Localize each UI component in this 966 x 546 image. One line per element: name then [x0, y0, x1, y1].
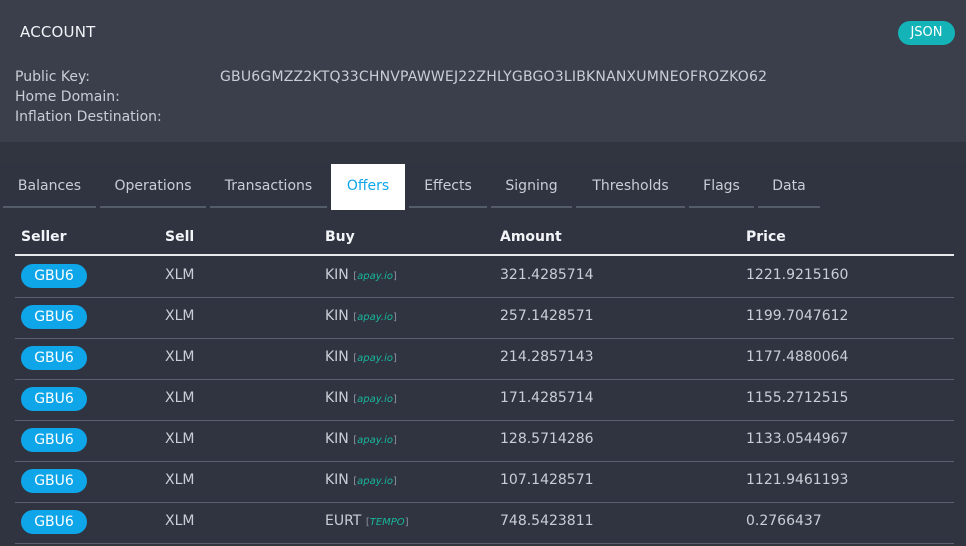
section-divider [0, 142, 966, 164]
home-domain-label: Home Domain: [15, 89, 120, 105]
buy-asset-code[interactable]: KIN [325, 390, 349, 406]
table-row: GBU6 XLM EURT [TEMPO] 748.5423811 0.2766… [15, 502, 954, 544]
amount-value: 128.5714286 [500, 431, 594, 447]
public-key-label: Public Key: [15, 69, 90, 85]
buy-asset-code[interactable]: KIN [325, 472, 349, 488]
table-row: GBU6 XLM KIN [apay.io] 214.2857143 1177.… [15, 338, 954, 380]
bracket-close: ] [392, 271, 397, 282]
bracket-close: ] [404, 517, 409, 528]
sell-asset: XLM [165, 431, 195, 447]
column-seller: Seller [21, 229, 67, 245]
tab-flags[interactable]: Flags [689, 164, 754, 208]
asset-domain[interactable]: apay.io [357, 476, 393, 487]
asset-domain[interactable]: apay.io [357, 394, 393, 405]
seller-button[interactable]: GBU6 [21, 346, 87, 370]
table-header: Seller Sell Buy Amount Price [0, 222, 966, 254]
price-value: 1133.0544967 [746, 431, 849, 447]
asset-domain[interactable]: apay.io [357, 312, 393, 323]
price-value: 1199.7047612 [746, 308, 849, 324]
price-value: 1221.9215160 [746, 267, 849, 283]
seller-button[interactable]: GBU6 [21, 305, 87, 329]
tab-balances[interactable]: Balances [3, 164, 96, 208]
buy-asset-code[interactable]: EURT [325, 513, 361, 529]
amount-value: 321.4285714 [500, 267, 594, 283]
price-value: 0.2766437 [746, 513, 822, 529]
buy-asset-code[interactable]: KIN [325, 349, 349, 365]
public-key-value: GBU6GMZZ2KTQ33CHNVPAWWEJ22ZHLYGBGO3LIBKN… [220, 69, 768, 85]
sell-asset: XLM [165, 308, 195, 324]
buy-asset: KIN [apay.io] [325, 431, 397, 447]
buy-asset-code[interactable]: KIN [325, 308, 349, 324]
table-row: GBU6 XLM KIN [apay.io] 257.1428571 1199.… [15, 297, 954, 339]
table-row: GBU6 XLM KIN [apay.io] 171.4285714 1155.… [15, 379, 954, 421]
price-value: 1121.9461193 [746, 472, 849, 488]
bracket-close: ] [392, 312, 397, 323]
sell-asset: XLM [165, 472, 195, 488]
asset-domain[interactable]: apay.io [357, 271, 393, 282]
asset-domain[interactable]: apay.io [357, 353, 393, 364]
tab-effects[interactable]: Effects [409, 164, 487, 208]
amount-value: 214.2857143 [500, 349, 594, 365]
buy-asset: KIN [apay.io] [325, 308, 397, 324]
tab-thresholds[interactable]: Thresholds [576, 164, 685, 208]
bracket-close: ] [392, 435, 397, 446]
column-amount: Amount [500, 229, 562, 245]
amount-value: 257.1428571 [500, 308, 594, 324]
seller-button[interactable]: GBU6 [21, 469, 87, 493]
bracket-close: ] [392, 394, 397, 405]
asset-domain[interactable]: TEMPO [370, 517, 405, 528]
tab-transactions[interactable]: Transactions [210, 164, 327, 208]
bracket-close: ] [392, 476, 397, 487]
seller-button[interactable]: GBU6 [21, 510, 87, 534]
account-title: ACCOUNT [20, 23, 96, 41]
tab-operations[interactable]: Operations [100, 164, 206, 208]
column-sell: Sell [165, 229, 195, 245]
buy-asset: KIN [apay.io] [325, 267, 397, 283]
table-row: GBU6 XLM KIN [apay.io] 128.5714286 1133.… [15, 420, 954, 462]
sell-asset: XLM [165, 267, 195, 283]
tab-signing[interactable]: Signing [491, 164, 572, 208]
table-row: GBU6 XLM KIN [apay.io] 107.1428571 1121.… [15, 461, 954, 503]
buy-asset: KIN [apay.io] [325, 390, 397, 406]
column-price: Price [746, 229, 786, 245]
tab-offers[interactable]: Offers [331, 164, 405, 210]
sell-asset: XLM [165, 390, 195, 406]
amount-value: 748.5423811 [500, 513, 594, 529]
buy-asset: KIN [apay.io] [325, 349, 397, 365]
seller-button[interactable]: GBU6 [21, 428, 87, 452]
column-buy: Buy [325, 229, 355, 245]
amount-value: 171.4285714 [500, 390, 594, 406]
seller-button[interactable]: GBU6 [21, 387, 87, 411]
buy-asset: EURT [TEMPO] [325, 513, 409, 529]
tab-data[interactable]: Data [758, 164, 820, 208]
asset-domain[interactable]: apay.io [357, 435, 393, 446]
amount-value: 107.1428571 [500, 472, 594, 488]
seller-button[interactable]: GBU6 [21, 264, 87, 288]
inflation-destination-label: Inflation Destination: [15, 109, 162, 125]
json-button[interactable]: JSON [898, 21, 955, 45]
buy-asset-code[interactable]: KIN [325, 431, 349, 447]
price-value: 1155.2712515 [746, 390, 849, 406]
tab-bar: Balances Operations Transactions Offers … [0, 164, 966, 210]
price-value: 1177.4880064 [746, 349, 849, 365]
account-header: ACCOUNT JSON Public Key: GBU6GMZZ2KTQ33C… [0, 0, 966, 142]
bracket-close: ] [392, 353, 397, 364]
sell-asset: XLM [165, 513, 195, 529]
buy-asset: KIN [apay.io] [325, 472, 397, 488]
table-row: GBU6 XLM KIN [apay.io] 321.4285714 1221.… [15, 256, 954, 298]
sell-asset: XLM [165, 349, 195, 365]
buy-asset-code[interactable]: KIN [325, 267, 349, 283]
